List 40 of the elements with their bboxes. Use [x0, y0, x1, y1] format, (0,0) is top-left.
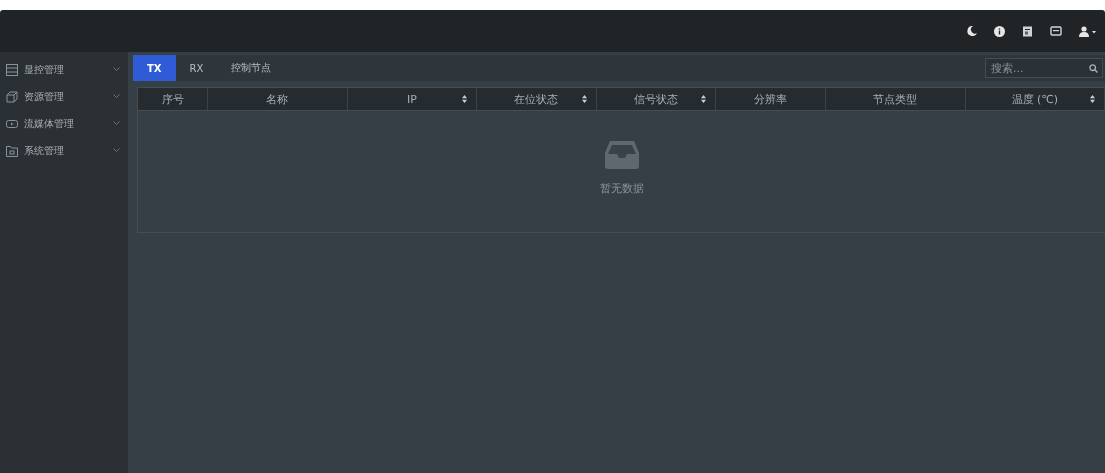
- document-icon[interactable]: [1022, 25, 1033, 37]
- column-label: IP: [406, 92, 417, 106]
- column-label: 节点类型: [873, 91, 918, 107]
- moon-icon[interactable]: [967, 26, 977, 36]
- folder-icon: [6, 144, 18, 157]
- column-label: 信号状态: [634, 91, 679, 107]
- column-label: 在位状态: [514, 91, 559, 107]
- sort-icon[interactable]: [701, 95, 707, 103]
- sidebar-label: 系统管理: [24, 143, 65, 158]
- column-label: 名称: [266, 91, 289, 107]
- monitor-icon[interactable]: [1050, 25, 1062, 37]
- column-header[interactable]: 在位状态: [477, 88, 597, 110]
- column-header[interactable]: 温度 (℃): [965, 88, 1105, 110]
- cube-icon: [6, 90, 18, 103]
- sort-icon[interactable]: [462, 95, 468, 103]
- tab[interactable]: RX: [175, 55, 218, 81]
- column-header[interactable]: 信号状态: [596, 88, 717, 110]
- tab[interactable]: 控制节点: [217, 55, 286, 81]
- sidebar-label: 显控管理: [24, 62, 65, 77]
- column-label: 温度 (℃): [1011, 91, 1058, 107]
- sidebar-item[interactable]: 显控管理: [0, 56, 128, 83]
- search-icon[interactable]: [1089, 64, 1098, 73]
- sort-icon[interactable]: [581, 95, 587, 103]
- info-icon[interactable]: [994, 25, 1005, 37]
- list-icon: [6, 63, 18, 76]
- sidebar-item[interactable]: 系统管理: [0, 137, 128, 164]
- tab[interactable]: TX: [133, 55, 176, 81]
- search-field[interactable]: 搜索...: [985, 58, 1103, 78]
- column-label: 分辨率: [754, 91, 788, 107]
- video-icon: [6, 117, 18, 130]
- sort-icon[interactable]: [1090, 95, 1095, 103]
- user-menu-icon[interactable]: [1079, 25, 1097, 37]
- column-header[interactable]: IP: [347, 88, 478, 110]
- empty-inbox-icon: [604, 141, 639, 169]
- column-label: 序号: [161, 91, 184, 107]
- sidebar-item[interactable]: 资源管理: [0, 83, 128, 110]
- sidebar-label: 资源管理: [24, 89, 65, 104]
- sidebar-item[interactable]: 流媒体管理: [0, 110, 128, 137]
- empty-message: 暂无数据: [599, 181, 644, 196]
- sidebar-label: 流媒体管理: [24, 116, 75, 131]
